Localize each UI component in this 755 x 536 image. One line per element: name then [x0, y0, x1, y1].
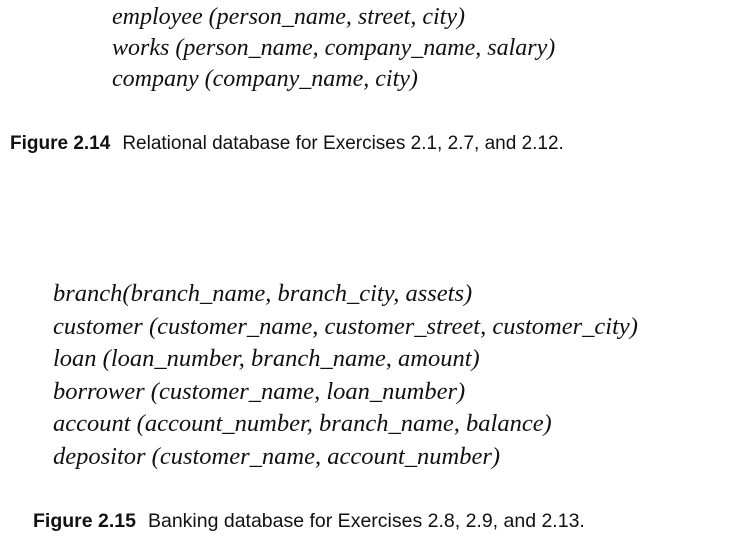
schema-depositor: depositor (customer_name, account_number…	[53, 442, 501, 470]
figure-caption: Figure 2.14 Relational database for Exerc…	[10, 133, 564, 155]
schema-customer: customer (customer_name, customer_street…	[53, 312, 638, 340]
figure-caption: Figure 2.15 Banking database for Exercise…	[33, 510, 585, 533]
schema-branch: branch(branch_name, branch_city, assets)	[53, 280, 473, 307]
schema-works: works (person_name, company_name, salary…	[112, 35, 556, 61]
schema-loan: loan (loan_number, branch_name, amount)	[53, 345, 480, 372]
banking-schema-block: branch(branch_name, branch_city, assets)…	[53, 278, 638, 473]
schema-employee: employee (person_name, street, city)	[112, 4, 465, 30]
caption-text: Banking database for Exercises 2.8, 2.9,…	[147, 510, 585, 532]
schema-company: company (company_name, city)	[112, 66, 418, 92]
figure-label: Figure 2.14	[10, 133, 111, 154]
schema-account: account (account_number, branch_name, ba…	[53, 410, 552, 437]
caption-text: Relational database for Exercises 2.1, 2…	[122, 133, 564, 154]
figure-label: Figure 2.15	[33, 510, 136, 532]
schema-borrower: borrower (customer_name, loan_number)	[53, 377, 466, 405]
relational-schema-block: employee (person_name, street, city) wor…	[112, 2, 555, 95]
